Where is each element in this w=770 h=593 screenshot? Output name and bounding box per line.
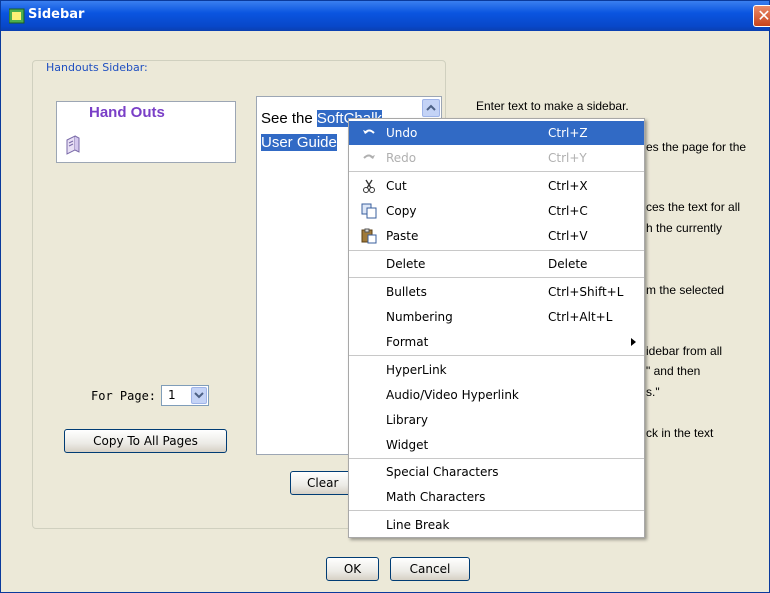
menu-separator	[349, 277, 644, 278]
menu-item-delete[interactable]: Delete Delete	[349, 252, 644, 276]
menu-item-format[interactable]: Format	[349, 330, 644, 354]
menu-item-bullets[interactable]: Bullets Ctrl+Shift+L	[349, 280, 644, 304]
menu-shortcut: Ctrl+V	[548, 229, 588, 243]
menu-separator	[349, 355, 644, 356]
menu-item-copy[interactable]: Copy Ctrl+C	[349, 199, 644, 223]
ok-button[interactable]: OK	[326, 557, 379, 581]
menu-label: Special Characters	[386, 465, 499, 479]
menu-label: Delete	[386, 257, 426, 271]
cancel-button[interactable]: Cancel	[390, 557, 470, 581]
menu-label: Line Break	[386, 518, 450, 532]
help-text-line: m the selected	[646, 283, 725, 297]
menu-label: Audio/Video Hyperlink	[386, 388, 519, 402]
menu-shortcut: Ctrl+Alt+L	[548, 310, 613, 324]
preview-title: Hand Outs	[89, 104, 165, 121]
menu-item-math-characters[interactable]: Math Characters	[349, 485, 644, 509]
undo-icon	[363, 129, 375, 134]
menu-shortcut: Ctrl+C	[548, 204, 588, 218]
copy-to-all-pages-button[interactable]: Copy To All Pages	[64, 429, 227, 453]
menu-label: Library	[386, 413, 428, 427]
help-text-line: s."	[646, 385, 660, 399]
submenu-arrow-icon	[631, 338, 636, 346]
menu-item-line-break[interactable]: Line Break	[349, 513, 644, 537]
app-icon	[9, 8, 25, 24]
menu-label: Format	[386, 335, 429, 349]
title-bar[interactable]: Sidebar	[1, 1, 769, 31]
redo-icon	[363, 154, 375, 159]
menu-shortcut: Ctrl+Y	[548, 151, 587, 165]
menu-label: Math Characters	[386, 490, 486, 504]
help-text-line: " and then	[646, 364, 701, 378]
menu-item-hyperlink[interactable]: HyperLink	[349, 358, 644, 382]
help-text-line: ck in the text	[646, 426, 714, 440]
menu-shortcut: Delete	[548, 257, 588, 271]
page-select[interactable]: 1	[161, 385, 209, 406]
help-text-line: idebar from all	[646, 344, 723, 358]
menu-label: Copy	[386, 204, 417, 218]
editor-text: See the	[261, 110, 317, 127]
close-icon: ✕	[757, 6, 770, 25]
menu-separator	[349, 458, 644, 459]
group-legend: Handouts Sidebar:	[42, 61, 152, 74]
menu-item-special-characters[interactable]: Special Characters	[349, 460, 644, 484]
menu-separator	[349, 171, 644, 172]
menu-label: Numbering	[386, 310, 453, 324]
menu-label: Bullets	[386, 285, 427, 299]
menu-shortcut: Ctrl+Z	[548, 126, 588, 140]
menu-label: Widget	[386, 438, 429, 452]
menu-item-undo[interactable]: Undo Ctrl+Z	[349, 121, 644, 145]
editor-selected-text: User Guide	[261, 134, 337, 151]
window-title: Sidebar	[28, 7, 85, 22]
help-text-line: ces the text for all	[646, 200, 741, 214]
editor-line-2: User Guide	[261, 134, 337, 151]
scroll-up-button[interactable]	[422, 99, 440, 117]
chevron-down-icon	[194, 392, 204, 399]
menu-shortcut: Ctrl+X	[548, 179, 588, 193]
handout-book-icon	[66, 135, 80, 155]
menu-shortcut: Ctrl+Shift+L	[548, 285, 624, 299]
copy-icon	[361, 203, 377, 219]
menu-label: HyperLink	[386, 363, 447, 377]
sidebar-dialog: Sidebar ✕ Handouts Sidebar: Hand Outs Se…	[0, 0, 770, 593]
dropdown-button[interactable]	[191, 387, 207, 404]
menu-item-av-hyperlink[interactable]: Audio/Video Hyperlink	[349, 383, 644, 407]
sidebar-preview: Hand Outs	[56, 101, 236, 163]
paste-icon	[361, 228, 377, 244]
menu-item-library[interactable]: Library	[349, 408, 644, 432]
chevron-up-icon	[426, 104, 436, 111]
help-text-line: h the currently	[646, 221, 723, 235]
scissors-icon	[363, 179, 375, 193]
menu-item-cut[interactable]: Cut Ctrl+X	[349, 174, 644, 198]
context-menu: Undo Ctrl+Z Redo Ctrl+Y Cut Ctrl+X Copy …	[348, 118, 645, 538]
menu-item-paste[interactable]: Paste Ctrl+V	[349, 224, 644, 248]
menu-separator	[349, 250, 644, 251]
close-button[interactable]: ✕	[753, 5, 770, 27]
ok-label: OK	[343, 562, 362, 576]
help-text-line: Enter text to make a sidebar.	[476, 99, 629, 113]
help-text-line: es the page for the	[646, 140, 747, 154]
menu-item-redo[interactable]: Redo Ctrl+Y	[349, 146, 644, 170]
menu-label: Redo	[386, 151, 417, 165]
menu-label: Undo	[386, 126, 418, 140]
copy-to-all-pages-label: Copy To All Pages	[93, 434, 198, 448]
for-page-label: For Page:	[91, 389, 157, 403]
menu-separator	[349, 510, 644, 511]
cancel-label: Cancel	[409, 562, 451, 576]
menu-item-widget[interactable]: Widget	[349, 433, 644, 457]
menu-label: Cut	[386, 179, 407, 193]
menu-item-numbering[interactable]: Numbering Ctrl+Alt+L	[349, 305, 644, 329]
menu-label: Paste	[386, 229, 419, 243]
page-select-value: 1	[168, 388, 176, 402]
